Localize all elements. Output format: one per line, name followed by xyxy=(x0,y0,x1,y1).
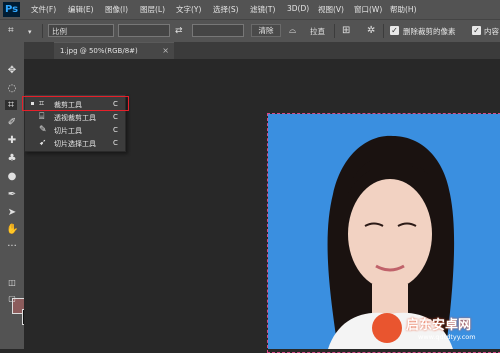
menu-help[interactable]: 帮助(H) xyxy=(390,4,417,15)
close-icon[interactable]: × xyxy=(162,46,169,55)
width-input[interactable] xyxy=(118,24,170,37)
content-aware-label: 内容 xyxy=(484,27,499,36)
menu-file[interactable]: 文件(F) xyxy=(31,4,56,15)
screen-mode-icon[interactable]: ▢ xyxy=(6,294,18,304)
straighten-icon[interactable]: ⌓ xyxy=(289,26,296,36)
menu-bar: Ps 文件(F) 编辑(E) 图像(I) 图层(L) 文字(Y) 选择(S) 滤… xyxy=(0,0,500,19)
divider xyxy=(383,24,384,38)
flyout-item-slice-select[interactable]: ➹ 切片选择工具 C xyxy=(25,137,125,149)
clear-button[interactable]: 清除 xyxy=(251,24,281,37)
flyout-item-label: 透视裁剪工具 xyxy=(54,114,96,122)
crop-tool-icon[interactable]: ⌗ xyxy=(5,99,17,110)
height-input[interactable] xyxy=(192,24,244,37)
path-select-icon[interactable]: ➤ xyxy=(6,208,18,218)
ratio-select-value: 比例 xyxy=(52,27,67,36)
watermark-logo-icon xyxy=(372,313,402,343)
delete-cropped-pixels-checkbox[interactable]: ✓ xyxy=(390,26,399,35)
flyout-item-label: 切片工具 xyxy=(54,127,82,135)
content-aware-checkbox[interactable]: ✓ xyxy=(472,26,481,35)
photoshop-logo: Ps xyxy=(3,2,20,17)
hand-tool-icon[interactable]: ✋ xyxy=(6,225,18,235)
divider xyxy=(334,24,335,38)
blur-tool-icon[interactable]: ● xyxy=(6,172,18,182)
menu-select[interactable]: 选择(S) xyxy=(213,4,239,15)
swap-icon[interactable]: ⇄ xyxy=(175,26,183,36)
move-tool-icon[interactable]: ✥ xyxy=(6,66,18,76)
lasso-tool-icon[interactable]: ◌ xyxy=(6,84,18,94)
menu-3d[interactable]: 3D(D) xyxy=(287,4,309,13)
toolbox: ✥ ⬚ ◌ ✎ ⌗ ✐ ✚ ♣ ▣ ● ◐ ✒ T ➤ ▭ ✋ ⚲ ··· ◫ … xyxy=(0,42,38,349)
options-bar: ⌗ ▾ 比例 ⇄ 清除 ⌓ 拉直 ⊞ ✲ ✓ 删除裁剪的像素 ✓ 内容 xyxy=(0,19,500,44)
ratio-select[interactable]: 比例 xyxy=(48,24,114,37)
crop-tool-preset-icon[interactable]: ⌗ xyxy=(8,26,14,36)
slice-select-icon: ➹ xyxy=(39,138,47,148)
menu-view[interactable]: 视图(V) xyxy=(318,4,344,15)
document-tab-title: 1.jpg @ 50%(RGB/8#) xyxy=(60,47,138,55)
flyout-item-slice[interactable]: ✎ 切片工具 C xyxy=(25,124,125,136)
slice-icon: ✎ xyxy=(39,125,47,135)
straighten-label[interactable]: 拉直 xyxy=(310,26,325,37)
watermark-url: www.qdtdtyy.com xyxy=(418,333,476,341)
delete-cropped-pixels-label: 删除裁剪的像素 xyxy=(403,27,456,36)
menu-type[interactable]: 文字(Y) xyxy=(176,4,201,15)
flyout-item-label: 切片选择工具 xyxy=(54,140,96,148)
eyedropper-tool-icon[interactable]: ✐ xyxy=(6,118,18,128)
document-tab[interactable]: 1.jpg @ 50%(RGB/8#) × xyxy=(54,42,174,59)
flyout-item-perspective-crop[interactable]: ⌸ 透视裁剪工具 C xyxy=(25,111,125,123)
menu-filter[interactable]: 滤镜(T) xyxy=(250,4,275,15)
annotation-highlight-box xyxy=(22,96,129,111)
flyout-item-shortcut: C xyxy=(113,139,118,147)
flyout-item-shortcut: C xyxy=(113,126,118,134)
watermark-title: 启东安卓网 xyxy=(406,318,472,333)
more-tools-icon[interactable]: ··· xyxy=(6,242,18,252)
menu-image[interactable]: 图像(I) xyxy=(105,4,128,15)
perspective-crop-icon: ⌸ xyxy=(39,112,45,122)
menu-window[interactable]: 窗口(W) xyxy=(354,4,382,15)
menu-layer[interactable]: 图层(L) xyxy=(140,4,165,15)
pen-tool-icon[interactable]: ✒ xyxy=(6,190,18,200)
document-tab-bar: 1.jpg @ 50%(RGB/8#) × xyxy=(24,42,500,59)
flyout-item-shortcut: C xyxy=(113,113,118,121)
chevron-down-icon[interactable]: ▾ xyxy=(28,27,32,37)
watermark: 启东安卓网 www.qdtdtyy.com xyxy=(372,309,500,349)
menu-edit[interactable]: 编辑(E) xyxy=(68,4,94,15)
healing-brush-icon[interactable]: ✚ xyxy=(6,136,18,146)
quick-mask-icon[interactable]: ◫ xyxy=(6,278,18,288)
gear-icon[interactable]: ✲ xyxy=(367,26,375,36)
overlay-grid-icon[interactable]: ⊞ xyxy=(342,26,350,36)
clone-stamp-icon[interactable]: ♣ xyxy=(6,154,18,164)
divider xyxy=(42,24,43,38)
